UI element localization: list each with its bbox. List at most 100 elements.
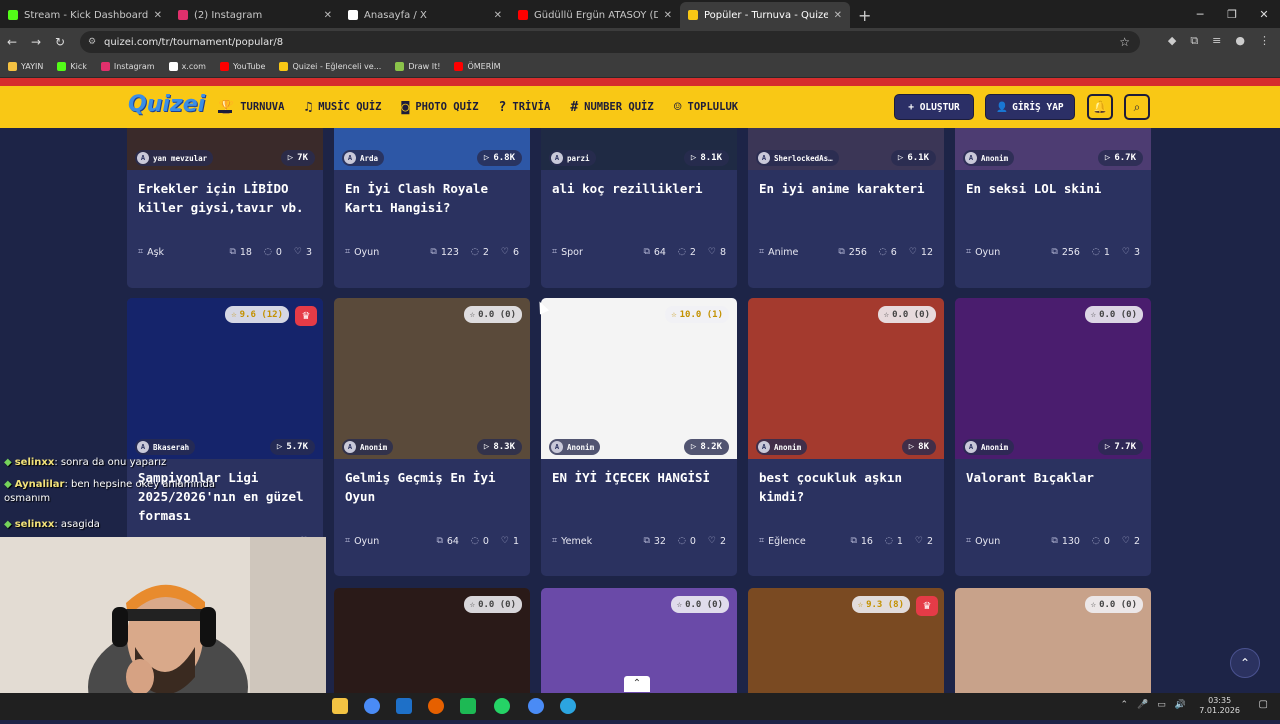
network-icon[interactable]: ▭ xyxy=(1157,700,1166,710)
like-count[interactable]: ♡ 2 xyxy=(708,536,726,547)
browser-tab-quizei[interactable]: Popüler - Turnuva - Quizei ✕ xyxy=(680,2,850,28)
site-info-icon[interactable]: ⚙ xyxy=(88,37,96,47)
search-icon[interactable]: ⌕ xyxy=(1124,94,1150,120)
nav-topluluk[interactable]: ☺ TOPLULUK xyxy=(674,100,738,115)
nav-musi̇c-qui̇z[interactable]: ♫ MUSİC QUİZ xyxy=(304,100,381,115)
author-chip[interactable]: A Arda xyxy=(342,150,385,166)
like-count[interactable]: ♡ 12 xyxy=(909,247,933,258)
category-tag[interactable]: ⌗ Aşk xyxy=(138,247,164,258)
card-title[interactable]: best çocukluk aşkın kimdi? xyxy=(748,459,944,529)
category-tag[interactable]: ⌗ Oyun xyxy=(966,536,1000,547)
file-explorer-icon[interactable] xyxy=(332,698,348,714)
author-chip[interactable]: A Anonim xyxy=(963,439,1015,455)
reload-icon[interactable]: ↻ xyxy=(48,35,72,49)
browser-tab-youtube[interactable]: Güdüllü Ergün ATASOY (Dağlar… ✕ xyxy=(510,2,680,28)
card-thumbnail[interactable]: ☆ 9.3 (8) ♛ xyxy=(748,588,944,693)
login-button[interactable]: 👤 GİRİŞ YAP xyxy=(985,94,1075,120)
like-count[interactable]: ♡ 3 xyxy=(1122,247,1140,258)
card-thumbnail[interactable]: ☆ 0.0 (0) A Anonim ▷ 8.3K xyxy=(334,298,530,459)
extension-icon[interactable]: ◆ xyxy=(1168,34,1176,48)
tournament-card[interactable]: A Arda ▷ 6.8K En İyi Clash Royale Kartı Hang… xyxy=(334,128,530,288)
like-count[interactable]: ♡ 2 xyxy=(915,536,933,547)
category-tag[interactable]: ⌗ Oyun xyxy=(345,536,379,547)
tournament-card[interactable]: ☆ 0.0 (0) A Anonim ▷ 7.7K Valorant Bıçaklar ⌗ Oy… xyxy=(955,298,1151,576)
nav-number-qui̇z[interactable]: # NUMBER QUİZ xyxy=(570,100,653,115)
author-chip[interactable]: A SherlockedAs… xyxy=(756,150,839,166)
like-count[interactable]: ♡ 1 xyxy=(501,536,519,547)
author-chip[interactable]: A Anonim xyxy=(342,439,394,455)
bookmark-item[interactable]: Draw It! xyxy=(395,62,440,71)
bookmark-item[interactable]: YAYIN xyxy=(8,62,43,71)
app-icon[interactable] xyxy=(460,698,476,714)
bookmark-item[interactable]: Instagram xyxy=(100,62,155,71)
nav-turnuva[interactable]: 🏆 TURNUVA xyxy=(218,100,284,115)
url-input[interactable]: ⚙ quizei.com/tr/tournament/popular/8 ☆ xyxy=(80,31,1140,53)
tournament-card[interactable]: ☆ 0.0 (0) xyxy=(955,588,1151,693)
bookmark-star-icon[interactable]: ☆ xyxy=(1119,35,1130,49)
bookmark-item[interactable]: YouTube xyxy=(219,62,265,71)
card-thumbnail[interactable]: ☆ 10.0 (1) A Anonim ▷ 8.2K xyxy=(541,298,737,459)
card-title[interactable]: En İyi Clash Royale Kartı Hangisi? xyxy=(334,170,530,240)
card-title[interactable]: ali koç rezillikleri xyxy=(541,170,737,240)
category-tag[interactable]: ⌗ Eğlence xyxy=(759,536,806,547)
category-tag[interactable]: ⌗ Oyun xyxy=(345,247,379,258)
tournament-card[interactable]: ☆ 0.0 (0) xyxy=(334,588,530,693)
card-thumbnail[interactable]: ☆ 0.0 (0) xyxy=(955,588,1151,693)
author-chip[interactable]: A Anonim xyxy=(549,439,601,455)
like-count[interactable]: ♡ 2 xyxy=(1122,536,1140,547)
author-chip[interactable]: A Bkaserah xyxy=(135,439,196,455)
card-thumbnail[interactable]: A Anonim ▷ 6.7K xyxy=(955,128,1151,170)
card-title[interactable]: Valorant Bıçaklar xyxy=(955,459,1151,529)
bookmark-item[interactable]: x.com xyxy=(168,62,206,71)
outlook-icon[interactable] xyxy=(396,698,412,714)
telegram-icon[interactable] xyxy=(560,698,576,714)
card-title[interactable]: En seksi LOL skini xyxy=(955,170,1151,240)
menu-dots-icon[interactable]: ⋮ xyxy=(1259,34,1270,48)
card-title[interactable]: EN İYİ İÇECEK HANGİSİ xyxy=(541,459,737,529)
bookmark-item[interactable]: Kick xyxy=(57,62,87,71)
volume-icon[interactable]: 🔊 xyxy=(1175,700,1186,710)
profile-avatar-icon[interactable]: ● xyxy=(1235,34,1245,48)
like-count[interactable]: ♡ 3 xyxy=(294,247,312,258)
author-chip[interactable]: Aparzi xyxy=(549,150,596,166)
restore-icon[interactable]: ❐ xyxy=(1216,0,1248,28)
card-thumbnail[interactable]: ☆ 0.0 (0) A Anonim ▷ 8K xyxy=(748,298,944,459)
category-tag[interactable]: ⌗ Oyun xyxy=(966,247,1000,258)
minimize-icon[interactable]: ─ xyxy=(1184,0,1216,28)
media-icon[interactable]: ≡ xyxy=(1212,34,1221,48)
extensions-puzzle-icon[interactable]: ⧉ xyxy=(1190,34,1198,48)
category-tag[interactable]: ⌗ Anime xyxy=(759,247,798,258)
clock[interactable]: 03:35 7.01.2026 xyxy=(1199,696,1240,716)
nav-tri̇vi̇a[interactable]: ? TRİVİA xyxy=(499,100,551,115)
card-thumbnail[interactable]: ☆ 9.6 (12) ♛ A Bkaserah ▷ 5.7K xyxy=(127,298,323,459)
notification-center-icon[interactable]: ▢ xyxy=(1259,699,1268,710)
author-chip[interactable]: A Anonim xyxy=(963,150,1015,166)
like-count[interactable]: ♡ 8 xyxy=(708,247,726,258)
chrome-icon[interactable] xyxy=(364,698,380,714)
close-icon[interactable]: ✕ xyxy=(494,10,502,21)
back-icon[interactable]: ← xyxy=(0,35,24,49)
chevron-up-icon[interactable]: ⌃ xyxy=(1121,700,1129,710)
tournament-card[interactable]: ☆ 0.0 (0) A Anonim ▷ 8K best çocukluk aşkın ki… xyxy=(748,298,944,576)
card-thumbnail[interactable]: A SherlockedAs… ▷ 6.1K xyxy=(748,128,944,170)
category-tag[interactable]: ⌗ Spor xyxy=(552,247,583,258)
firefox-icon[interactable] xyxy=(428,698,444,714)
tournament-card[interactable]: Ayan mevzular ▷ 7K Erkekler için LİBİDO kil… xyxy=(127,128,323,288)
author-chip[interactable]: Ayan mevzular xyxy=(135,150,214,166)
browser-tab-kick[interactable]: Stream - Kick Dashboard ✕ xyxy=(0,2,170,28)
microphone-icon[interactable]: 🎤 xyxy=(1137,700,1148,710)
tournament-card[interactable]: ☆ 9.3 (8) ♛ xyxy=(748,588,944,693)
card-thumbnail[interactable]: A Arda ▷ 6.8K xyxy=(334,128,530,170)
author-chip[interactable]: A Anonim xyxy=(756,439,808,455)
close-icon[interactable]: ✕ xyxy=(154,10,162,21)
card-title[interactable]: En iyi anime karakteri xyxy=(748,170,944,240)
new-tab-button[interactable]: + xyxy=(850,2,879,28)
close-icon[interactable]: ✕ xyxy=(664,10,672,21)
expand-up-icon[interactable]: ⌃ xyxy=(624,676,650,692)
browser-tab-x[interactable]: Anasayfa / X ✕ xyxy=(340,2,510,28)
card-thumbnail[interactable]: Ayan mevzular ▷ 7K xyxy=(127,128,323,170)
card-thumbnail[interactable]: ☆ 0.0 (0) A Anonim ▷ 7.7K xyxy=(955,298,1151,459)
tournament-card[interactable]: A SherlockedAs… ▷ 6.1K En iyi anime karakter… xyxy=(748,128,944,288)
site-logo[interactable]: Quizei xyxy=(128,92,205,117)
tournament-card[interactable]: A Anonim ▷ 6.7K En seksi LOL skini ⌗ Oyun ⧉ 256 ◌… xyxy=(955,128,1151,288)
